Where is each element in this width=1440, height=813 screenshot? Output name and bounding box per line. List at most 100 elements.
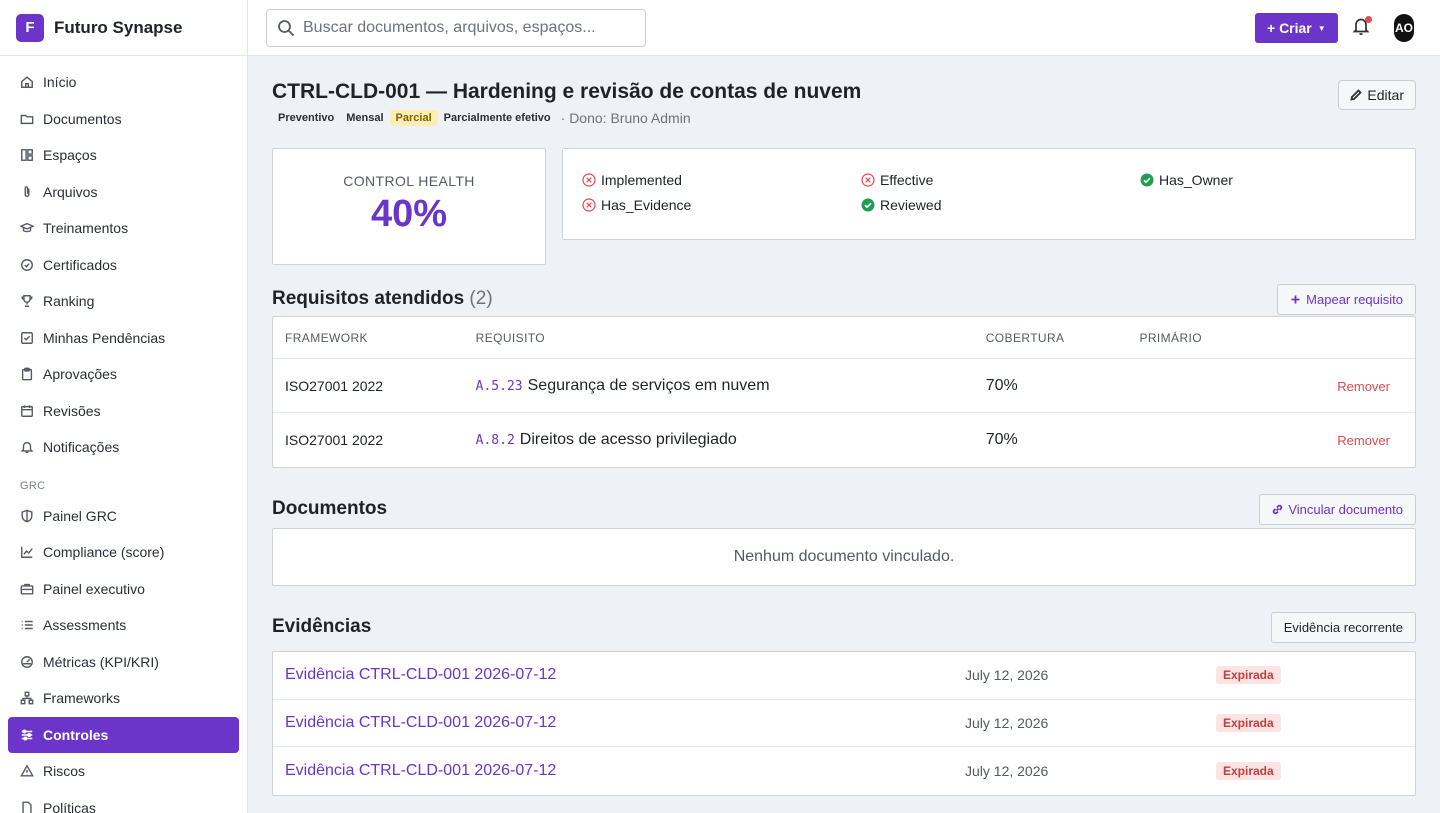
sidebar-item-metricas[interactable]: Métricas (KPI/KRI) <box>0 644 239 681</box>
sidebar-item-riscos[interactable]: Riscos <box>0 753 239 790</box>
remove-requirement-button[interactable]: Remover <box>1337 433 1390 448</box>
sidebar-item-minhas-pendencias[interactable]: Minhas Pendências <box>0 320 239 357</box>
status-badge: Parcial <box>389 110 438 126</box>
link-document-label: Vincular documento <box>1288 502 1403 517</box>
x-circle-icon <box>582 173 596 187</box>
search-box[interactable] <box>266 9 646 47</box>
sidebar-item-label: Políticas <box>43 799 96 813</box>
sidebar-item-label: Ranking <box>43 293 95 310</box>
check-implemented: Implemented <box>582 172 682 188</box>
create-button[interactable]: + Criar ▼ <box>1255 13 1338 43</box>
sidebar-item-aprovacoes[interactable]: Aprovações <box>0 356 239 393</box>
requirement-code: A.8.2 <box>475 433 515 448</box>
list-item: Evidência CTRL-CLD-001 2026-07-12 July 1… <box>273 700 1415 747</box>
trophy-icon <box>21 295 33 308</box>
sidebar-item-documentos[interactable]: Documentos <box>0 101 239 138</box>
topbar: + Criar ▼ AO <box>248 0 1440 56</box>
sidebar-item-label: Assessments <box>43 617 127 634</box>
requirement-cell[interactable]: A.8.2 Direitos de acesso privilegiado <box>476 431 986 449</box>
list-icon <box>21 621 33 630</box>
check-circle-icon <box>861 198 875 212</box>
control-health-card: CONTROL HEALTH 40% <box>272 148 546 265</box>
sidebar-item-label: Notificações <box>43 439 120 456</box>
framework-cell: ISO27001 2022 <box>285 377 384 394</box>
recurring-evidence-button[interactable]: Evidência recorrente <box>1270 612 1416 643</box>
evidence-link[interactable]: Evidência CTRL-CLD-001 2026-07-12 <box>273 666 965 684</box>
check-has-owner: Has_Owner <box>1140 172 1233 188</box>
status-badge: Expirada <box>1216 666 1281 685</box>
folder-icon <box>20 114 34 124</box>
evidence-date: July 12, 2026 <box>965 762 1049 779</box>
trend-icon <box>21 547 33 559</box>
sidebar-item-inicio[interactable]: Início <box>0 64 239 101</box>
file-icon <box>22 801 32 813</box>
sidebar-item-label: Certificados <box>43 256 117 273</box>
sidebar-item-arquivos[interactable]: Arquivos <box>0 174 239 211</box>
sidebar-item-controles[interactable]: Controles <box>8 716 239 753</box>
brand[interactable]: F Futuro Synapse <box>0 0 247 56</box>
sidebar-item-frameworks[interactable]: Frameworks <box>0 680 239 717</box>
status-badge: Expirada <box>1216 713 1281 732</box>
remove-requirement-button[interactable]: Remover <box>1337 379 1390 394</box>
sidebar-item-assessments[interactable]: Assessments <box>0 607 239 644</box>
sidebar-item-politicas[interactable]: Políticas <box>0 790 239 813</box>
check-has-evidence: Has_Evidence <box>582 197 691 213</box>
sidebar-item-notificacoes[interactable]: Notificações <box>0 429 239 466</box>
check-label: Implemented <box>601 172 682 188</box>
sidebar-item-label: Documentos <box>43 110 122 127</box>
check-label: Reviewed <box>880 197 942 213</box>
sidebar-item-label: Controles <box>43 726 109 743</box>
framework-cell: ISO27001 2022 <box>285 432 384 448</box>
sidebar-item-label: Compliance (score) <box>43 544 165 561</box>
evidences-header: Evidências Evidência recorrente <box>272 608 1416 648</box>
column-framework: FRAMEWORK <box>285 330 368 345</box>
sidebar-item-certificados[interactable]: Certificados <box>0 247 239 284</box>
sidebar-item-ranking[interactable]: Ranking <box>0 283 239 320</box>
clipboard-icon <box>21 367 33 381</box>
x-circle-icon <box>861 173 875 187</box>
sidebar-item-label: Painel GRC <box>43 507 117 524</box>
sidebar-item-revisoes[interactable]: Revisões <box>0 393 239 430</box>
sidebar-item-treinamentos[interactable]: Treinamentos <box>0 210 239 247</box>
sidebar-item-painel-grc[interactable]: Painel GRC <box>0 498 239 535</box>
column-requisito: REQUISITO <box>475 330 546 345</box>
sidebar-item-label: Início <box>43 74 77 91</box>
chevron-down-icon: ▼ <box>1317 23 1326 33</box>
sidebar-item-compliance[interactable]: Compliance (score) <box>0 534 239 571</box>
sidebar-item-label: Painel executivo <box>43 580 145 597</box>
sidebar-item-label: Arquivos <box>43 183 98 200</box>
requirements-table: FRAMEWORK REQUISITO COBERTURA PRIMÁRIO I… <box>272 316 1416 468</box>
check-label: Has_Owner <box>1159 172 1233 188</box>
sidebar-nav: Início Documentos Espaços Arquivos Trein… <box>0 56 247 813</box>
edit-button[interactable]: Editar <box>1338 80 1416 110</box>
graduation-cap-icon <box>20 223 34 233</box>
check-effective: Effective <box>861 172 933 188</box>
link-document-button[interactable]: Vincular documento <box>1259 494 1416 525</box>
effectiveness-badge: Parcialmente efetivo <box>443 112 551 124</box>
sidebar-item-espacos[interactable]: Espaços <box>0 137 239 174</box>
evidence-link[interactable]: Evidência CTRL-CLD-001 2026-07-12 <box>273 714 965 732</box>
requirement-cell[interactable]: A.5.23 Segurança de serviços em nuvem <box>476 377 986 395</box>
sidebar-item-label: Treinamentos <box>43 220 129 237</box>
evidence-link[interactable]: Evidência CTRL-CLD-001 2026-07-12 <box>273 762 965 780</box>
sidebar-item-label: Minhas Pendências <box>43 329 166 346</box>
frequency-badge: Mensal <box>346 112 384 124</box>
evidence-date: July 12, 2026 <box>965 714 1049 731</box>
column-cobertura: COBERTURA <box>985 330 1065 345</box>
checkbox-icon <box>21 331 33 344</box>
search-input[interactable] <box>303 19 633 37</box>
control-header: CTRL-CLD-001 — Hardening e revisão de co… <box>272 56 1416 148</box>
briefcase-icon <box>20 583 34 595</box>
sliders-icon <box>21 729 33 741</box>
avatar[interactable]: AO <box>1394 14 1414 42</box>
sidebar-item-label: Revisões <box>43 402 101 419</box>
map-requirement-label: Mapear requisito <box>1306 292 1403 307</box>
shield-icon <box>21 509 33 523</box>
notifications-button[interactable] <box>1352 16 1372 38</box>
requirements-title-text: Requisitos atendidos <box>272 288 465 309</box>
documents-header: Documentos Vincular documento <box>272 490 1416 530</box>
requirement-name: Segurança de serviços em nuvem <box>527 376 770 394</box>
requirements-count: (2) <box>469 288 493 309</box>
map-requirement-button[interactable]: Mapear requisito <box>1277 284 1416 315</box>
sidebar-item-painel-executivo[interactable]: Painel executivo <box>0 571 239 608</box>
